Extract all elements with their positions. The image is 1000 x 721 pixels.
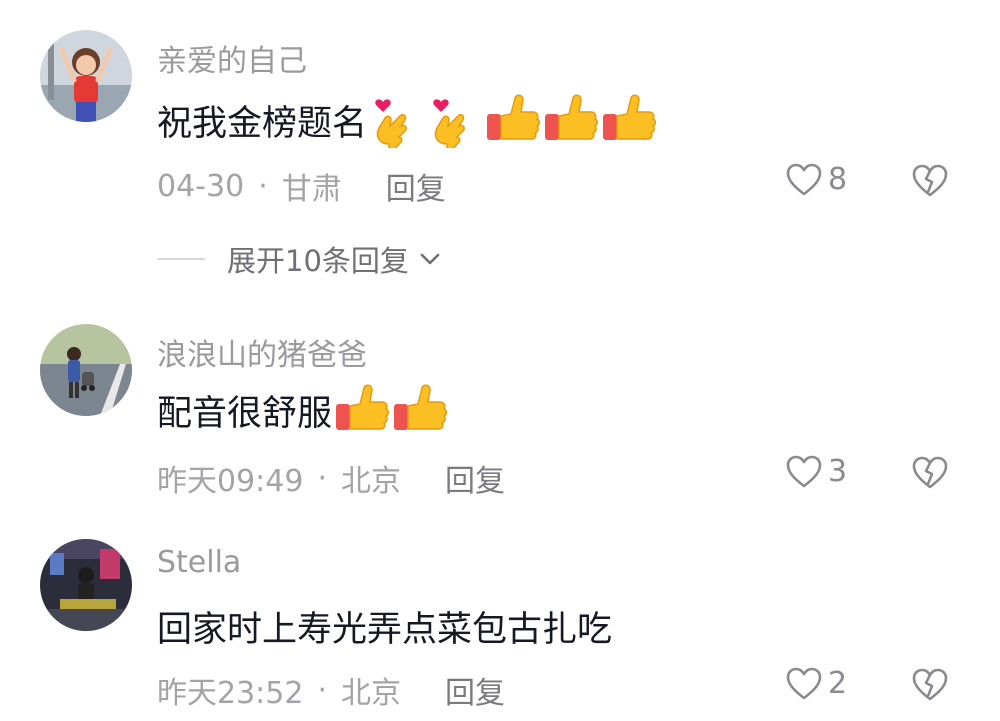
comment-username[interactable]: Stella	[157, 545, 241, 580]
comment-date: 04-30	[157, 168, 245, 204]
comment-text: 回家时上寿光弄点菜包古扎吃	[157, 601, 612, 652]
heart-outline-icon	[786, 455, 822, 487]
like-button[interactable]: 2	[786, 666, 847, 701]
comment-date: 昨天23:52	[157, 676, 304, 711]
thumbs-up-emoji-icon	[485, 92, 541, 148]
comment-text-content: 回家时上寿光弄点菜包古扎吃	[157, 610, 613, 650]
meta-separator: ·	[258, 168, 268, 204]
heart-outline-icon	[786, 163, 822, 195]
meta-separator: ·	[317, 460, 328, 496]
dislike-button[interactable]	[912, 164, 948, 198]
heart-outline-icon	[786, 667, 822, 699]
chevron-down-icon	[420, 253, 440, 265]
finger-heart-emoji-icon	[427, 92, 483, 148]
like-button[interactable]: 8	[786, 162, 847, 197]
like-button[interactable]: 3	[786, 454, 847, 489]
comment-date: 昨天09:49	[157, 464, 304, 499]
divider	[157, 258, 205, 260]
broken-heart-icon	[912, 456, 948, 489]
finger-heart-emoji-icon	[369, 92, 425, 148]
reply-button[interactable]: 回复	[445, 456, 505, 500]
like-count: 8	[828, 162, 848, 197]
broken-heart-icon	[912, 164, 948, 197]
user-avatar[interactable]	[40, 324, 132, 416]
comment-meta: 04-30 · 甘肃 回复	[157, 164, 446, 208]
comment-text: 配音很舒服	[157, 382, 448, 438]
like-count: 3	[828, 454, 848, 489]
like-count: 2	[828, 666, 848, 701]
reply-button[interactable]: 回复	[445, 668, 505, 712]
comment-meta: 昨天09:49 · 北京 回复	[157, 456, 505, 500]
comment-location: 北京	[341, 676, 402, 711]
user-avatar[interactable]	[40, 30, 132, 122]
thumbs-up-emoji-icon	[334, 382, 390, 438]
dislike-button[interactable]	[912, 668, 948, 702]
comment-username[interactable]: 浪浪山的猪爸爸	[157, 330, 367, 374]
comment-meta: 昨天23:52 · 北京 回复	[157, 668, 505, 712]
comment-text-content: 配音很舒服	[157, 393, 333, 434]
expand-replies-label: 展开10条回复	[227, 244, 409, 278]
thumbs-up-emoji-icon	[392, 382, 448, 438]
comment-location: 甘肃	[281, 172, 342, 207]
meta-separator: ·	[317, 672, 328, 708]
reply-button[interactable]: 回复	[386, 164, 446, 208]
comment-text: 祝我金榜题名	[157, 92, 657, 148]
broken-heart-icon	[912, 668, 948, 701]
comment-username[interactable]: 亲爱的自己	[157, 36, 307, 80]
dislike-button[interactable]	[912, 456, 948, 490]
thumbs-up-emoji-icon	[543, 92, 599, 148]
thumbs-up-emoji-icon	[601, 92, 657, 148]
user-avatar[interactable]	[40, 539, 132, 631]
comment-location: 北京	[341, 464, 402, 499]
expand-replies-button[interactable]: 展开10条回复	[157, 238, 443, 280]
comment-text-content: 祝我金榜题名	[157, 103, 368, 144]
